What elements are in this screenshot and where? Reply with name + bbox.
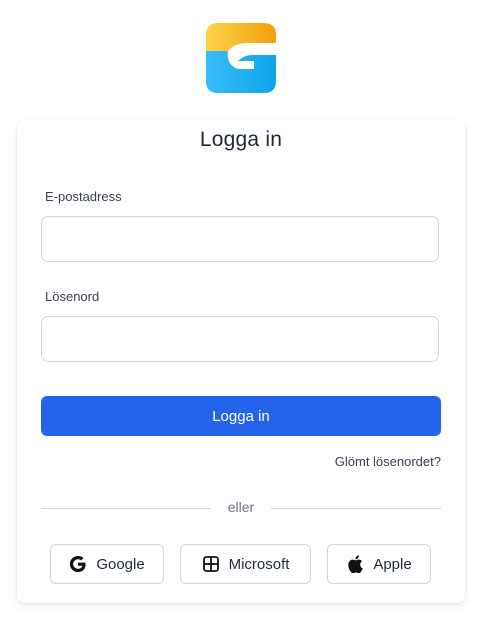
apple-icon: [346, 555, 364, 573]
google-g-icon: [69, 555, 87, 573]
microsoft-login-button[interactable]: Microsoft: [180, 544, 311, 584]
apple-login-label: Apple: [373, 555, 412, 573]
email-label: E-postadress: [45, 189, 122, 204]
google-login-label: Google: [96, 555, 145, 573]
login-page: Logga in E-postadress Lösenord Logga in …: [0, 0, 487, 617]
brand-g-logo-icon: [206, 23, 276, 93]
forgot-password-link[interactable]: Glömt lösenordet?: [335, 454, 441, 469]
password-label: Lösenord: [45, 289, 100, 304]
login-card: Logga in E-postadress Lösenord Logga in …: [17, 120, 465, 603]
brand-logo: [204, 21, 278, 95]
login-button[interactable]: Logga in: [41, 396, 441, 436]
apple-login-button[interactable]: Apple: [327, 544, 431, 584]
microsoft-grid-icon: [202, 555, 220, 573]
divider-left: [41, 508, 211, 509]
divider-right: [271, 508, 441, 509]
or-separator: eller: [227, 499, 255, 515]
page-title: Logga in: [199, 128, 283, 151]
password-field[interactable]: [41, 316, 439, 362]
microsoft-login-label: Microsoft: [228, 555, 290, 573]
email-field[interactable]: [41, 216, 439, 262]
google-login-button[interactable]: Google: [50, 544, 164, 584]
